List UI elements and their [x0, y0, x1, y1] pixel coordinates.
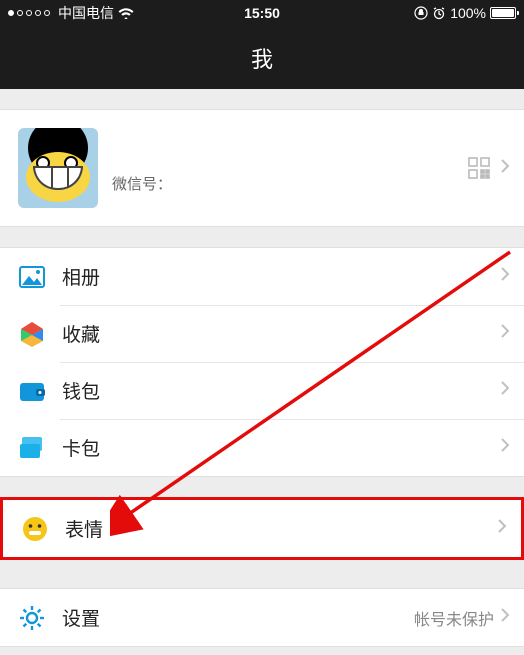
row-wallet[interactable]: 钱包	[0, 362, 524, 419]
page-title: 我	[251, 42, 273, 74]
row-label: 设置	[62, 604, 414, 631]
orientation-lock-icon	[414, 6, 428, 20]
chevron-right-icon	[500, 266, 510, 287]
battery-percentage: 100%	[450, 5, 486, 21]
row-stickers[interactable]: 表情	[3, 500, 521, 557]
cards-icon	[18, 434, 46, 462]
stickers-icon	[21, 515, 49, 543]
settings-detail: 帐号未保护	[414, 606, 494, 630]
wechat-id: 微信号：	[112, 173, 468, 194]
status-right: 100%	[414, 5, 516, 21]
status-time: 15:50	[244, 5, 280, 21]
row-cards[interactable]: 卡包	[0, 419, 524, 476]
profile-card[interactable]: 微信号：	[0, 109, 524, 227]
status-bar: 中国电信 15:50 100%	[0, 0, 524, 26]
battery-icon	[490, 7, 516, 19]
menu-group-settings: 设置 帐号未保护	[0, 588, 524, 647]
favorites-icon	[18, 320, 46, 348]
status-left: 中国电信	[8, 3, 134, 23]
settings-icon	[18, 604, 46, 632]
row-settings[interactable]: 设置 帐号未保护	[0, 589, 524, 646]
menu-group-stickers: 表情	[0, 497, 524, 560]
row-favorites[interactable]: 收藏	[0, 305, 524, 362]
avatar	[18, 128, 98, 208]
row-label: 收藏	[62, 320, 500, 347]
wifi-icon	[118, 7, 134, 19]
row-label: 卡包	[62, 434, 500, 461]
chevron-right-icon	[497, 518, 507, 539]
row-label: 相册	[62, 263, 500, 290]
album-icon	[18, 263, 46, 291]
signal-strength-icon	[8, 10, 50, 16]
profile-name	[112, 143, 468, 163]
chevron-right-icon	[500, 607, 510, 628]
alarm-icon	[432, 6, 446, 20]
wechat-id-label: 微信号：	[112, 176, 172, 193]
row-label: 表情	[65, 515, 497, 542]
qrcode-icon	[468, 157, 490, 179]
chevron-right-icon	[500, 380, 510, 401]
wallet-icon	[18, 377, 46, 405]
chevron-right-icon	[500, 323, 510, 344]
row-label: 钱包	[62, 377, 500, 404]
row-album[interactable]: 相册	[0, 248, 524, 305]
carrier-label: 中国电信	[58, 3, 114, 23]
content: 微信号： 相册	[0, 89, 524, 647]
chevron-right-icon	[500, 437, 510, 458]
chevron-right-icon	[500, 158, 510, 179]
nav-bar: 我	[0, 26, 524, 89]
menu-group-1: 相册 收藏 钱包 卡包	[0, 247, 524, 477]
